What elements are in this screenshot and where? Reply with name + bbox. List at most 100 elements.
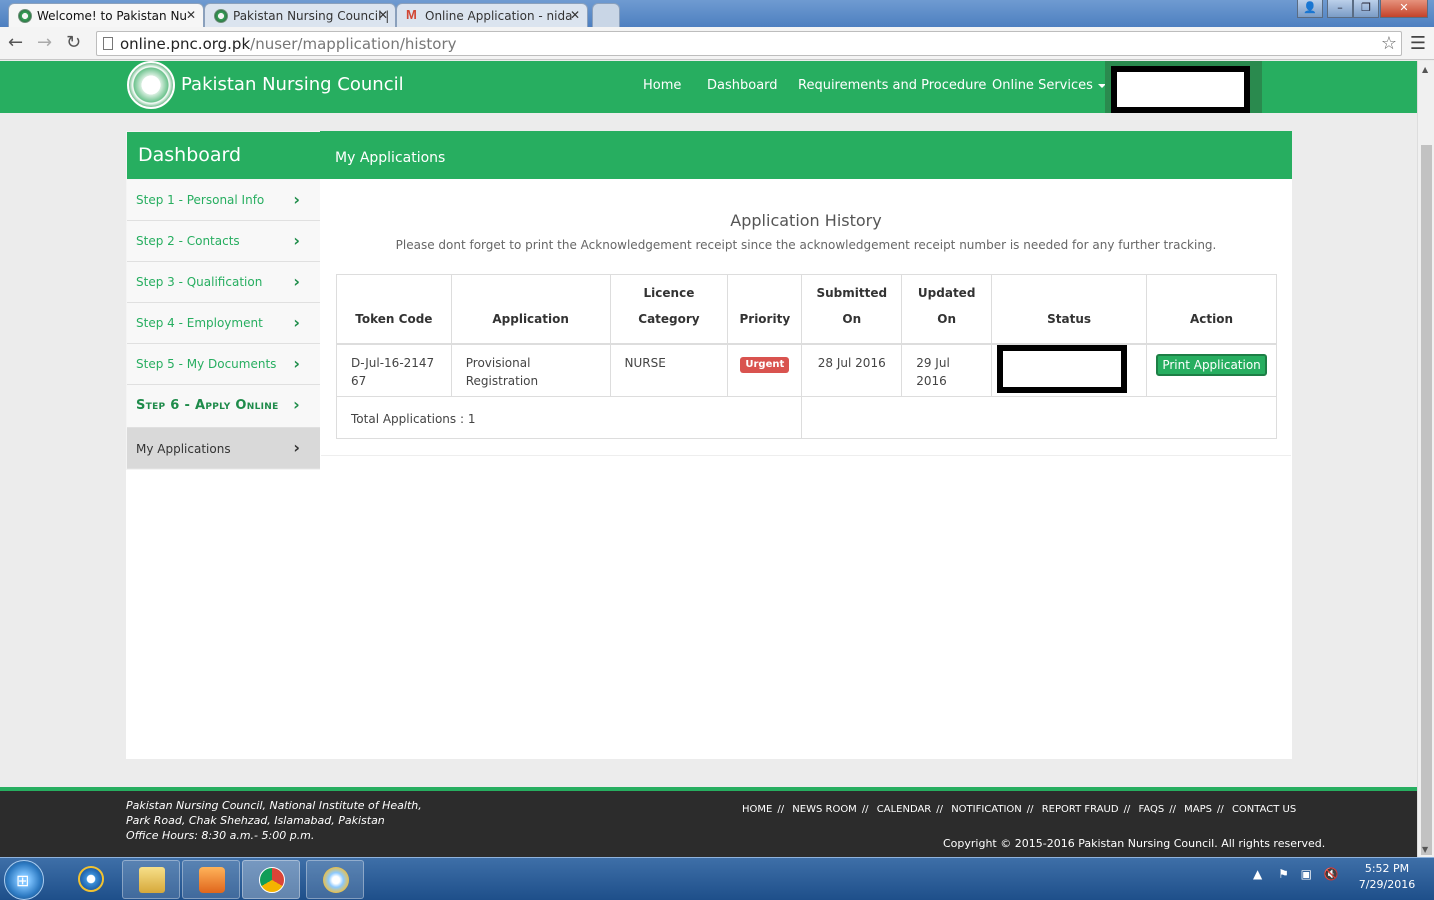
sidebar-item-label: Step 5 - My Documents — [136, 357, 277, 371]
submitted-cell: 28 Jul 2016 — [801, 343, 903, 397]
volume-muted-icon[interactable]: 🔇 — [1324, 867, 1339, 881]
footer-link-faqs[interactable]: FAQS — [1139, 804, 1165, 815]
updated-cell: 29 Jul 2016 — [901, 343, 993, 397]
table-total-row: Total Applications : 1 — [335, 396, 1277, 439]
chevron-right-icon: › — [293, 354, 300, 373]
pnc-logo[interactable] — [127, 61, 175, 109]
sidebar-item-my-applications[interactable]: My Applications › — [127, 428, 320, 469]
page-icon — [103, 37, 113, 50]
system-tray: ▲ ⚑ ▣ 🔇 — [1253, 867, 1339, 881]
sidebar-item-apply-online[interactable]: Step 6 - Apply Online › — [127, 385, 320, 428]
taskbar-media-player[interactable] — [182, 860, 240, 899]
sidebar-item-personal-info[interactable]: Step 1 - Personal Info › — [127, 180, 320, 221]
browser-tab-pnc[interactable]: Pakistan Nursing Council | ✕ — [204, 3, 396, 27]
token-code-cell: D-Jul-16-214767 — [336, 343, 452, 397]
urgent-badge: Urgent — [740, 356, 790, 373]
applications-table: Token Code Application Licence Category P… — [335, 274, 1277, 439]
taskbar-paint[interactable] — [306, 860, 364, 899]
total-applications: Total Applications : 1 — [335, 396, 803, 439]
col-header-action: Action — [1146, 274, 1277, 345]
url-text: online.pnc.org.pk/nuser/mapplication/his… — [120, 35, 457, 53]
col-header-licence-category: Licence Category — [609, 274, 729, 345]
nav-online-services[interactable]: Online Services — [992, 78, 1106, 93]
sidebar-item-label: Step 3 - Qualification — [136, 275, 263, 289]
print-application-button[interactable]: Print Application — [1156, 353, 1267, 376]
bookmark-star-icon[interactable]: ☆ — [1381, 33, 1397, 54]
chrome-icon — [259, 867, 285, 893]
browser-tab-gmail[interactable]: M Online Application - nida ✕ — [396, 3, 588, 27]
minimize-icon[interactable]: – — [1327, 0, 1353, 18]
footer-link-home[interactable]: HOME — [742, 804, 772, 815]
scrollbar-thumb[interactable] — [1421, 145, 1432, 855]
forward-arrow-icon[interactable]: → — [37, 32, 52, 53]
close-icon[interactable]: ✕ — [378, 8, 388, 22]
col-header-submitted: Submitted On — [801, 274, 903, 345]
col-header-application: Application — [450, 274, 611, 345]
history-title: Application History — [730, 211, 882, 230]
back-arrow-icon[interactable]: ← — [8, 32, 23, 53]
paint-icon — [323, 867, 349, 893]
footer-link-report-fraud[interactable]: REPORT FRAUD — [1042, 804, 1119, 815]
footer-link-maps[interactable]: MAPS — [1184, 804, 1212, 815]
nav-requirements[interactable]: Requirements and Procedure — [798, 78, 986, 93]
new-tab-button[interactable] — [592, 3, 620, 27]
internet-explorer-icon — [78, 866, 104, 892]
scroll-down-icon[interactable]: ▼ — [1422, 845, 1428, 854]
nav-home[interactable]: Home — [643, 78, 681, 93]
pnc-favicon-icon — [214, 9, 228, 23]
chevron-right-icon: › — [293, 231, 300, 250]
browser-tab-welcome[interactable]: Welcome! to Pakistan Nu ✕ — [8, 3, 204, 27]
priority-cell: Urgent — [727, 343, 803, 397]
start-button[interactable]: ⊞ — [4, 860, 44, 900]
sidebar-title: Dashboard — [127, 132, 320, 179]
chevron-right-icon: › — [293, 272, 300, 291]
taskbar-explorer[interactable] — [122, 860, 180, 899]
footer-link-calendar[interactable]: CALENDAR — [877, 804, 932, 815]
sidebar-item-contacts[interactable]: Step 2 - Contacts › — [127, 221, 320, 262]
windows-logo-icon: ⊞ — [16, 871, 30, 890]
pnc-favicon-icon — [18, 9, 32, 23]
action-center-flag-icon[interactable]: ⚑ — [1278, 867, 1289, 881]
page-scrollbar[interactable]: ▲ ▼ — [1417, 61, 1434, 857]
user-profile-icon[interactable]: 👤 — [1297, 0, 1323, 18]
show-hidden-icons[interactable]: ▲ — [1253, 867, 1262, 881]
table-header-row: Token Code Application Licence Category P… — [336, 274, 1277, 345]
address-bar[interactable]: online.pnc.org.pk/nuser/mapplication/his… — [96, 31, 1402, 56]
sidebar-item-qualification[interactable]: Step 3 - Qualification › — [127, 262, 320, 303]
browser-menu-icon[interactable]: ☰ — [1410, 33, 1426, 54]
sidebar-item-label: My Applications — [136, 442, 231, 456]
nav-dashboard[interactable]: Dashboard — [707, 78, 778, 93]
col-header-updated: Updated On — [901, 274, 993, 345]
close-icon[interactable]: ✕ — [570, 8, 580, 22]
action-cell: Print Application — [1146, 343, 1277, 397]
sidebar-item-documents[interactable]: Step 5 - My Documents › — [127, 344, 320, 385]
reload-icon[interactable]: ↻ — [66, 32, 81, 53]
taskbar-ie[interactable] — [62, 860, 120, 899]
footer-link-contact[interactable]: CONTACT US — [1232, 804, 1296, 815]
system-clock[interactable]: 5:52 PM 7/29/2016 — [1356, 861, 1418, 893]
folder-icon — [139, 867, 165, 893]
site-brand[interactable]: Pakistan Nursing Council — [181, 74, 404, 95]
footer-link-news[interactable]: NEWS ROOM — [792, 804, 857, 815]
panel-title: My Applications — [320, 131, 1292, 179]
footer-link-notification[interactable]: NOTIFICATION — [951, 804, 1022, 815]
taskbar-chrome[interactable] — [242, 860, 300, 899]
close-icon[interactable]: ✕ — [186, 8, 196, 22]
status-cell — [991, 343, 1148, 397]
redacted-status — [997, 344, 1128, 393]
network-icon[interactable]: ▣ — [1301, 867, 1312, 881]
gmail-icon: M — [406, 7, 417, 22]
col-header-priority: Priority — [727, 274, 803, 345]
chevron-right-icon: › — [293, 395, 300, 414]
restore-icon[interactable]: ❐ — [1353, 0, 1379, 18]
browser-toolbar: ← → ↻ online.pnc.org.pk/nuser/mapplicati… — [0, 27, 1434, 60]
media-player-icon — [199, 867, 225, 893]
empty-cell — [801, 396, 1277, 439]
redacted-user-name — [1111, 66, 1250, 113]
scroll-up-icon[interactable]: ▲ — [1422, 65, 1428, 74]
category-cell: NURSE — [609, 343, 729, 397]
sidebar-item-employment[interactable]: Step 4 - Employment › — [127, 303, 320, 344]
window-close-icon[interactable]: ✕ — [1380, 0, 1428, 18]
sidebar-item-label: Step 4 - Employment — [136, 316, 263, 330]
col-header-token: Token Code — [336, 274, 452, 345]
